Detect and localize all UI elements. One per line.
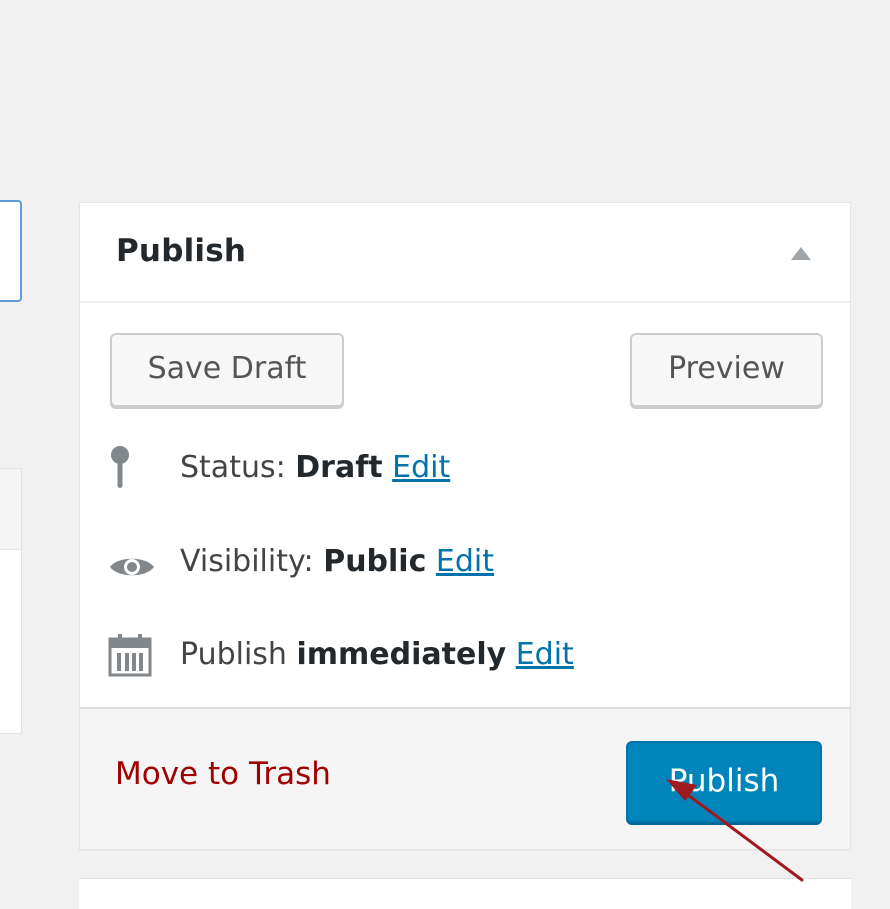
edit-visibility-link[interactable]: Edit: [436, 544, 494, 579]
publish-metabox: Publish Save Draft Preview Status: Draft…: [79, 202, 851, 850]
major-publishing-actions: Move to Trash Publish: [80, 707, 850, 849]
publish-metabox-title: Publish: [116, 233, 247, 269]
post-schedule-row: Publish immediately Edit: [180, 637, 574, 672]
save-draft-button[interactable]: Save Draft: [110, 333, 344, 407]
triangle-up-icon[interactable]: [791, 247, 811, 260]
preview-button[interactable]: Preview: [630, 333, 823, 407]
publish-metabox-header[interactable]: Publish: [80, 203, 850, 303]
post-visibility-label: Visibility:: [180, 544, 324, 579]
move-to-trash-link[interactable]: Move to Trash: [115, 756, 331, 792]
edit-status-link[interactable]: Edit: [392, 450, 450, 485]
pin-icon: [111, 446, 129, 488]
post-schedule-value: immediately: [296, 637, 507, 672]
post-status-value: Draft: [295, 450, 383, 485]
editor-screen: Publish Save Draft Preview Status: Draft…: [0, 0, 890, 909]
title-input-edge[interactable]: [0, 200, 22, 302]
post-status-label: Status:: [180, 450, 296, 485]
editor-toolbar-edge: [0, 469, 21, 550]
publish-button[interactable]: Publish: [626, 741, 822, 823]
post-visibility-value: Public: [323, 544, 427, 579]
post-status-row: Status: Draft Edit: [180, 450, 450, 485]
editor-panel-edge: [0, 468, 22, 734]
post-visibility-row: Visibility: Public Edit: [180, 544, 494, 579]
eye-icon: [110, 558, 154, 576]
calendar-icon: [108, 634, 152, 677]
post-schedule-label: Publish: [180, 637, 297, 672]
next-metabox-edge: [79, 878, 851, 909]
edit-schedule-link[interactable]: Edit: [516, 637, 574, 672]
